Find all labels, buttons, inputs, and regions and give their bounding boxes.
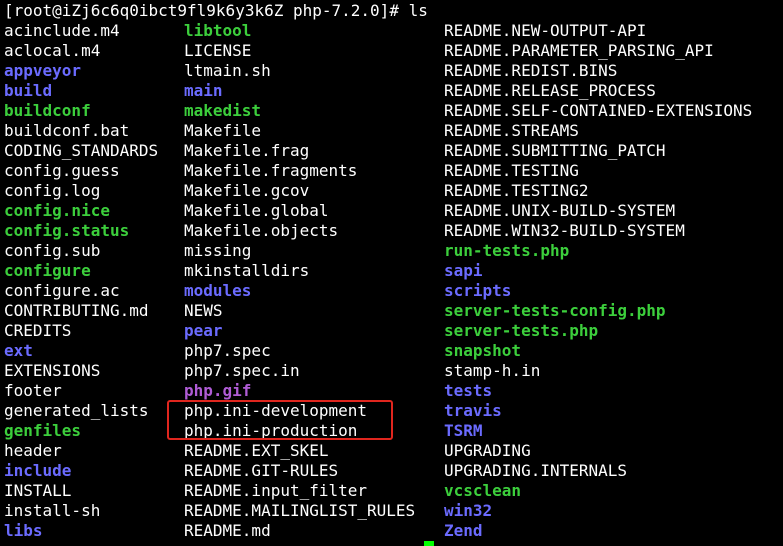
ls-column-3: README.NEW-OUTPUT-API README.PARAMETER_PA… <box>444 21 752 541</box>
ls-entry-file: php7.spec <box>184 341 271 360</box>
ls-entry-file: UPGRADING <box>444 441 531 460</box>
ls-entry-file: footer <box>4 381 62 400</box>
ls-entry-file: EXTENSIONS <box>4 361 101 380</box>
ls-entry-file: Makefile.objects <box>184 221 339 240</box>
ls-entry-file: README.REDIST.BINS <box>444 61 618 80</box>
ls-entry-file: Makefile <box>184 121 262 140</box>
ls-entry-file: README.MAILINGLIST_RULES <box>184 501 416 520</box>
ls-entry-exec: vcsclean <box>444 481 522 500</box>
ls-entry-dir: libs <box>4 521 43 540</box>
ls-entry-img: php.gif <box>184 381 252 400</box>
ls-entry-file: README.SELF-CONTAINED-EXTENSIONS <box>444 101 753 120</box>
ls-column-1: acinclude.m4 aclocal.m4 appveyor build build… <box>4 21 158 541</box>
ls-entry-file: README.UNIX-BUILD-SYSTEM <box>444 201 676 220</box>
terminal-cursor <box>424 541 434 546</box>
ls-entry-dir: TSRM <box>444 421 483 440</box>
ls-entry-dir: scripts <box>444 281 512 300</box>
ls-entry-exec: buildconf <box>4 101 91 120</box>
ls-entry-exec: server-tests.php <box>444 321 599 340</box>
ls-entry-file: README.md <box>184 521 271 540</box>
ls-entry-file: config.guess <box>4 161 120 180</box>
ls-entry-file: mkinstalldirs <box>184 261 310 280</box>
ls-entry-file: stamp-h.in <box>444 361 541 380</box>
ls-entry-dir: pear <box>184 321 223 340</box>
ls-entry-file: README.PARAMETER_PARSING_API <box>444 41 714 60</box>
ls-entry-file: install-sh <box>4 501 101 520</box>
ls-entry-file: missing <box>184 241 252 260</box>
terminal-window[interactable]: [root@iZj6c6q0ibct9fl9k6y3k6Z php-7.2.0]… <box>0 0 783 546</box>
ls-entry-file: Makefile.global <box>184 201 329 220</box>
ls-entry-file: INSTALL <box>4 481 72 500</box>
ls-entry-file: buildconf.bat <box>4 121 130 140</box>
ls-entry-dir: tests <box>444 381 493 400</box>
ls-entry-exec: libtool <box>184 21 252 40</box>
ls-entry-exec: run-tests.php <box>444 241 570 260</box>
ls-entry-file: config.sub <box>4 241 101 260</box>
ls-entry-file: README.NEW-OUTPUT-API <box>444 21 647 40</box>
ls-entry-dir: main <box>184 81 223 100</box>
ls-entry-file: Makefile.gcov <box>184 181 310 200</box>
ls-entry-file: php7.spec.in <box>184 361 300 380</box>
highlight-annotation-box <box>167 400 393 440</box>
ls-entry-file: README.SUBMITTING_PATCH <box>444 141 666 160</box>
ls-entry-exec: server-tests-config.php <box>444 301 666 320</box>
shell-prompt: [root@iZj6c6q0ibct9fl9k6y3k6Z php-7.2.0]… <box>4 1 428 20</box>
ls-entry-file: Makefile.frag <box>184 141 310 160</box>
ls-entry-exec: snapshot <box>444 341 522 360</box>
ls-entry-file: CODING_STANDARDS <box>4 141 159 160</box>
ls-entry-dir: sapi <box>444 261 483 280</box>
ls-entry-file: configure.ac <box>4 281 120 300</box>
ls-entry-file: README.RELEASE_PROCESS <box>444 81 656 100</box>
ls-entry-file: README.TESTING2 <box>444 181 589 200</box>
ls-entry-exec: config.status <box>4 221 130 240</box>
partially-visible-next-line <box>0 541 783 546</box>
ls-entry-file: README.input_filter <box>184 481 368 500</box>
ls-entry-file: README.EXT_SKEL <box>184 441 329 460</box>
ls-entry-dir: Zend <box>444 521 483 540</box>
ls-entry-dir: appveyor <box>4 61 82 80</box>
ls-entry-file: README.TESTING <box>444 161 579 180</box>
ls-entry-file: README.STREAMS <box>444 121 579 140</box>
ls-entry-file: README.GIT-RULES <box>184 461 339 480</box>
ls-entry-dir: travis <box>444 401 502 420</box>
ls-entry-file: generated_lists <box>4 401 149 420</box>
ls-entry-exec: genfiles <box>4 421 82 440</box>
ls-entry-dir: include <box>4 461 72 480</box>
ls-entry-file: acinclude.m4 <box>4 21 120 40</box>
ls-entry-exec: makedist <box>184 101 262 120</box>
ls-entry-file: config.log <box>4 181 101 200</box>
ls-entry-file: header <box>4 441 62 460</box>
ls-entry-dir: modules <box>184 281 252 300</box>
ls-entry-file: UPGRADING.INTERNALS <box>444 461 628 480</box>
ls-entry-file: Makefile.fragments <box>184 161 358 180</box>
ls-entry-file: ltmain.sh <box>184 61 271 80</box>
ls-column-2: libtool LICENSE ltmain.sh main makedist Makef… <box>184 21 415 541</box>
ls-entry-dir: build <box>4 81 53 100</box>
ls-entry-file: CREDITS <box>4 321 72 340</box>
ls-entry-file: aclocal.m4 <box>4 41 101 60</box>
ls-entry-dir: win32 <box>444 501 493 520</box>
ls-entry-file: CONTRIBUTING.md <box>4 301 149 320</box>
ls-entry-file: NEWS <box>184 301 223 320</box>
ls-entry-exec: config.nice <box>4 201 110 220</box>
ls-entry-dir: ext <box>4 341 33 360</box>
ls-entry-file: LICENSE <box>184 41 252 60</box>
ls-entry-exec: configure <box>4 261 91 280</box>
ls-entry-file: README.WIN32-BUILD-SYSTEM <box>444 221 685 240</box>
